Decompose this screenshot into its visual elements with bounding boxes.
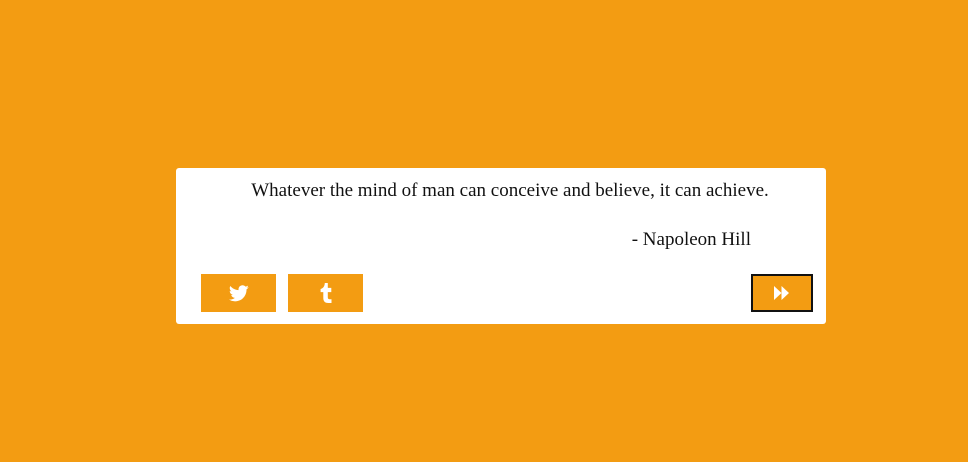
twitter-icon: [228, 284, 249, 302]
tumblr-share-button[interactable]: [288, 274, 363, 312]
tweet-quote-button[interactable]: [201, 274, 276, 312]
tumblr-icon: [320, 283, 332, 303]
quote-author: - Napoleon Hill: [631, 229, 751, 250]
quote-text: Whatever the mind of man can conceive an…: [251, 180, 769, 201]
fast-forward-icon: [774, 286, 790, 300]
quote-card: Whatever the mind of man can conceive an…: [176, 168, 826, 324]
next-quote-button[interactable]: [751, 274, 813, 312]
